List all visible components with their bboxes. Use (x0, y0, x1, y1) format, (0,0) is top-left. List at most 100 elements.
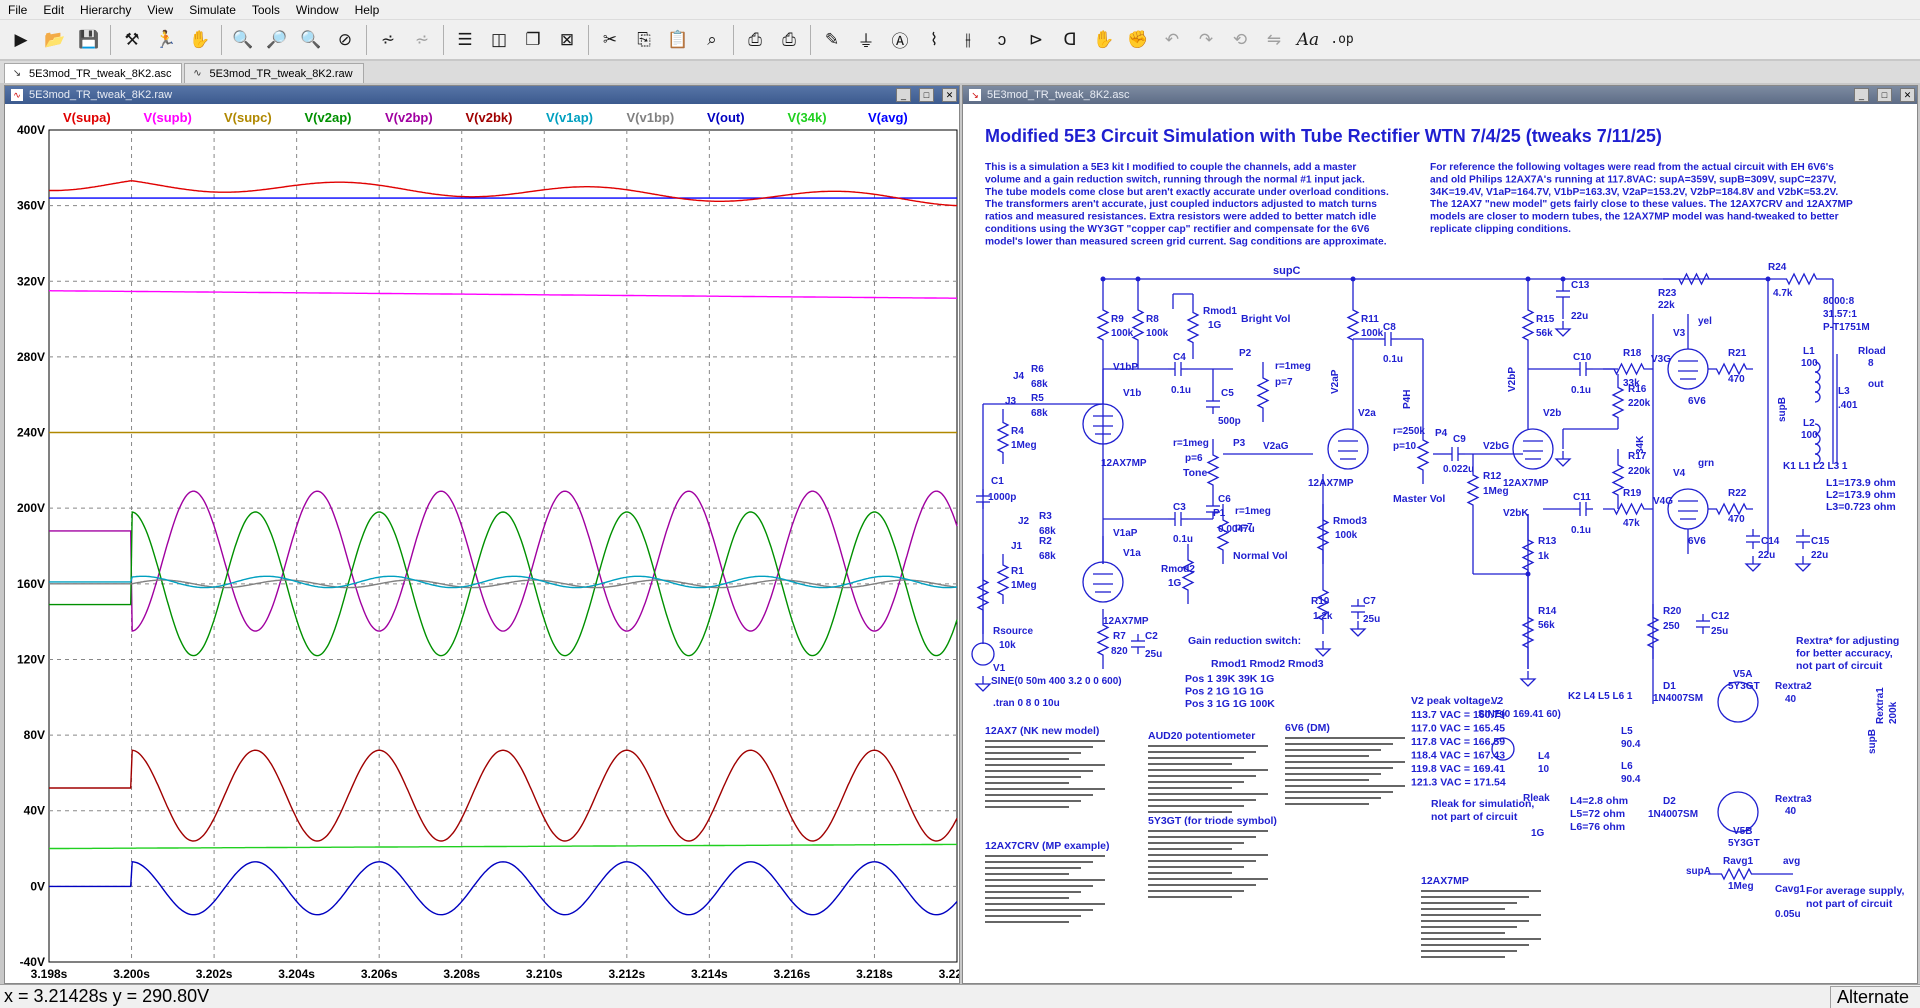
pause-hand-icon[interactable]: ✋ (185, 24, 215, 56)
paste-icon[interactable]: 📋 (663, 24, 693, 56)
schematic-text: R11 (1361, 314, 1379, 325)
drag-hand-icon[interactable]: ✊ (1123, 24, 1153, 56)
maximize-button[interactable]: □ (919, 88, 934, 102)
label-net-icon[interactable]: Ⓐ (885, 24, 915, 56)
schematic-text: 8000:8 (1823, 296, 1855, 307)
schematic-text: V4 (1673, 468, 1686, 479)
autorange-disabled-icon[interactable]: ⩫ (407, 24, 437, 56)
schematic-text: K1 L1 L2 L3 1 (1783, 461, 1848, 472)
maximize-button[interactable]: □ (1877, 88, 1892, 102)
text-icon[interactable]: Aa (1293, 24, 1323, 56)
waveform-plot[interactable]: V(supa) V(supb) V(supc) V(v2ap) V(v2bp) V(v2b… (5, 104, 959, 984)
rleak-note: not part of circuit (1431, 811, 1518, 823)
control-panel-icon[interactable]: ⚒ (117, 24, 147, 56)
inductor-icon[interactable]: ↄ (987, 24, 1017, 56)
x-tick-label: 3.208s (443, 967, 480, 981)
rotate-icon[interactable]: ⟲ (1225, 24, 1255, 56)
redo-icon[interactable]: ↷ (1191, 24, 1221, 56)
schematic-file-icon: ↘ (12, 68, 22, 79)
tile-horizontal-icon[interactable]: ☰ (450, 24, 480, 56)
menu-simulate[interactable]: Simulate (181, 3, 244, 17)
component-icon[interactable]: ᗡ (1055, 24, 1085, 56)
diode-icon[interactable]: ⊳ (1021, 24, 1051, 56)
copy-icon[interactable]: ⎘ (629, 24, 659, 56)
close-button[interactable]: ✕ (942, 88, 957, 102)
spice-directive-icon[interactable]: .op (1327, 24, 1357, 56)
menu-hierarchy[interactable]: Hierarchy (72, 3, 139, 17)
model-block-title: 12AX7MP (1421, 875, 1469, 887)
inductor-coil (1814, 371, 1821, 383)
schematic-text: P4H (1402, 390, 1413, 409)
open-folder-icon[interactable]: 📂 (40, 24, 70, 56)
close-all-icon[interactable]: ⊠ (552, 24, 582, 56)
waveform-window-titlebar[interactable]: ∿ 5E3mod_TR_tweak_8K2.raw _ □ ✕ (5, 86, 959, 104)
minimize-button[interactable]: _ (1854, 88, 1869, 102)
resistor-r1 (996, 554, 1010, 604)
schematic-text: R16 (1628, 384, 1647, 395)
schematic-text: V2aG (1263, 441, 1289, 452)
schematic-text: 500p (1218, 416, 1241, 427)
schematic-text: V5B (1733, 826, 1752, 837)
cursor-coordinates: x = 3.21428s y = 290.80V (4, 986, 210, 1006)
junction-dot (1525, 571, 1531, 577)
schematic-text: .tran 0 8 0 10u (993, 698, 1060, 709)
schematic-text: out (1868, 379, 1884, 390)
zoom-in-icon[interactable]: 🔍 (228, 24, 258, 56)
autorange-icon[interactable]: ⩫ (373, 24, 403, 56)
resistor-symbol (1096, 279, 1110, 369)
schematic-text: 68k (1031, 379, 1048, 390)
print-preview-icon[interactable]: ⎙ (774, 24, 804, 56)
cut-icon[interactable]: ✂ (595, 24, 625, 56)
schematic-text: 25u (1145, 649, 1162, 660)
zoom-area-icon[interactable]: 🔎 (262, 24, 292, 56)
cascade-icon[interactable]: ❐ (518, 24, 548, 56)
schematic-canvas[interactable]: Modified 5E3 Circuit Simulation with Tub… (963, 104, 1917, 984)
schematic-text: R21 (1728, 348, 1747, 359)
schematic-text: Rextra3 (1775, 794, 1812, 805)
run-icon[interactable]: 🏃 (151, 24, 181, 56)
tab-schematic[interactable]: ↘ 5E3mod_TR_tweak_8K2.asc (4, 63, 183, 83)
schematic-text: Ravg1 (1723, 856, 1753, 867)
menu-file[interactable]: File (0, 3, 35, 17)
schematic-text: R4 (1011, 426, 1024, 437)
schematic-text: 1k (1538, 551, 1550, 562)
open-schematic-icon[interactable]: ▶ (6, 24, 36, 56)
schematic-text: V2aP (1330, 369, 1341, 394)
ground-icon[interactable]: ⏚ (851, 24, 881, 56)
tab-waveform[interactable]: ∿ 5E3mod_TR_tweak_8K2.raw (184, 63, 364, 83)
schematic-text: supB (1867, 729, 1878, 754)
mirror-icon[interactable]: ⇋ (1259, 24, 1289, 56)
schematic-text: C1 (991, 476, 1004, 487)
save-icon[interactable]: 💾 (74, 24, 104, 56)
print-icon[interactable]: ⎙ (740, 24, 770, 56)
y-tick-label: 320V (17, 274, 45, 288)
capacitor-icon[interactable]: ⫲ (953, 24, 983, 56)
find-icon[interactable]: ⌕ (697, 24, 727, 56)
y-tick-label: 160V (17, 577, 45, 591)
undo-icon[interactable]: ↶ (1157, 24, 1187, 56)
menu-tools[interactable]: Tools (244, 3, 288, 17)
schematic-text: R5 (1031, 393, 1044, 404)
schematic-window-titlebar[interactable]: ↘ 5E3mod_TR_tweak_8K2.asc _ □ ✕ (963, 86, 1917, 104)
minimize-button[interactable]: _ (896, 88, 911, 102)
schematic-text: L6=76 ohm (1570, 821, 1625, 833)
schematic-text: V2 (1491, 696, 1504, 707)
schematic-text: C13 (1571, 280, 1590, 291)
menu-view[interactable]: View (139, 3, 181, 17)
menu-window[interactable]: Window (288, 3, 347, 17)
zoom-cancel-icon[interactable]: ⊘ (330, 24, 360, 56)
menu-help[interactable]: Help (347, 3, 388, 17)
schematic-text: R12 (1483, 471, 1502, 482)
tube-v1a (1082, 561, 1124, 603)
schematic-text: V2bK (1503, 508, 1529, 519)
resistor-icon[interactable]: ⌇ (919, 24, 949, 56)
move-hand-icon[interactable]: ✋ (1089, 24, 1119, 56)
close-button[interactable]: ✕ (1900, 88, 1915, 102)
draw-wire-icon[interactable]: ✎ (817, 24, 847, 56)
peak-voltage-row: 118.4 VAC = 167.43 (1411, 750, 1505, 762)
schematic-text: 22u (1811, 550, 1828, 561)
schematic-text: 31.57:1 (1823, 309, 1857, 320)
tile-vertical-icon[interactable]: ◫ (484, 24, 514, 56)
menu-edit[interactable]: Edit (35, 3, 72, 17)
zoom-out-icon[interactable]: 🔍 (296, 24, 326, 56)
